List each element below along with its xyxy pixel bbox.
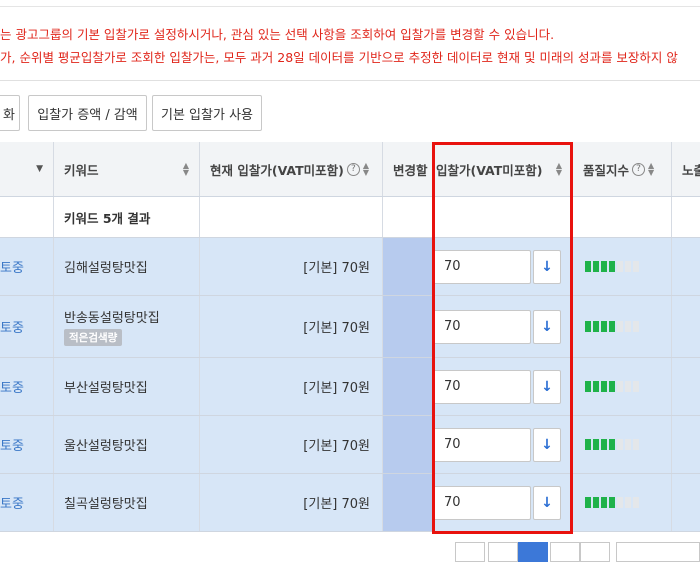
current-bid-text: [기본] 70원 (200, 238, 383, 295)
bid-input[interactable]: 70 (433, 485, 531, 520)
current-bid-text: [기본] 70원 (200, 296, 383, 357)
section-divider (0, 80, 700, 81)
sort-icon[interactable]: ▲ ▼ (648, 162, 654, 177)
keyword-text: 부산설렁탕맛집 (54, 358, 200, 415)
bid-input[interactable]: 70 (433, 369, 531, 404)
keyword-text: 칠곡설렁탕맛집 (54, 474, 200, 531)
help-question-icon[interactable]: ? (346, 162, 360, 176)
keyword-column-header[interactable]: 키워드 ▲ ▼ (54, 142, 200, 196)
current-bid-header-label: 현재 입찰가(VAT미포함) (210, 162, 344, 178)
status-text[interactable]: 토중 (0, 296, 54, 357)
keyword-text: 김해설렁탕맛집 (54, 238, 200, 295)
keyword-text: 반송동설렁탕맛집 (64, 311, 160, 326)
use-default-bid-button[interactable]: 기본 입찰가 사용 (152, 95, 262, 131)
summary-label: 키워드 5개 결과 (54, 197, 200, 237)
status-text[interactable]: 토중 (0, 358, 54, 415)
table-header-row: ▼ 키워드 ▲ ▼ 현재 입찰가(VAT미포함) ? ▲ ▼ 변경할 입찰가(VAT… (0, 142, 700, 197)
pagination-current-page[interactable] (518, 542, 548, 562)
arrow-down-icon[interactable]: ↓ (533, 249, 561, 284)
top-divider (0, 6, 700, 7)
keyword-cell: 반송동설렁탕맛집 적은검색량 (54, 296, 200, 357)
exposure-column-header[interactable]: 노출 (672, 142, 700, 196)
new-bid-cell: 70 ↓ (433, 416, 573, 473)
current-bid-column-header[interactable]: 현재 입찰가(VAT미포함) ? ▲ ▼ (200, 142, 383, 196)
status-text[interactable]: 토중 (0, 474, 54, 531)
keyword-text: 울산설렁탕맛집 (54, 416, 200, 473)
new-bid-cell: 70 ↓ (433, 358, 573, 415)
pagination-next-button[interactable] (580, 542, 610, 562)
status-text[interactable]: 토중 (0, 416, 54, 473)
bid-input[interactable]: 70 (433, 249, 531, 284)
quality-column-header[interactable]: 품질지수 ? ▲ ▼ (573, 142, 672, 196)
keyword-header-label: 키워드 (64, 162, 99, 178)
table-row: 토중 칠곡설렁탕맛집 [기본] 70원 70 ↓ (0, 474, 700, 532)
partial-toolbar-button[interactable]: 화 (0, 95, 20, 131)
bid-input[interactable]: 70 (433, 309, 531, 344)
summary-row: 키워드 5개 결과 (0, 197, 700, 238)
arrow-down-icon[interactable]: ↓ (533, 369, 561, 404)
exposure-header-label: 노출 (682, 162, 700, 178)
new-bid-cell: 70 ↓ (433, 474, 573, 531)
new-bid-header-label: 입찰가(VAT미포함) (436, 162, 543, 178)
sort-icon[interactable]: ▲ ▼ (183, 162, 189, 177)
table-row: 토중 울산설렁탕맛집 [기본] 70원 70 ↓ (0, 416, 700, 474)
quality-bars (585, 261, 639, 272)
quality-index-cell (573, 358, 672, 415)
quality-bars (585, 439, 639, 450)
quality-index-cell (573, 296, 672, 357)
change-header-label: 변경할 (393, 162, 428, 178)
table-row: 토중 반송동설렁탕맛집 적은검색량 [기본] 70원 70 ↓ (0, 296, 700, 358)
notice-line-1: 는 광고그룹의 기본 입찰가로 설정하시거나, 관심 있는 선택 사항을 조회하… (0, 27, 555, 42)
sort-icon[interactable]: ▲ ▼ (556, 162, 562, 177)
quality-index-cell (573, 474, 672, 531)
new-bid-column-header[interactable]: 입찰가(VAT미포함) ▲ ▼ (433, 142, 573, 196)
bid-input[interactable]: 70 (433, 427, 531, 462)
status-column-header[interactable]: ▼ (0, 142, 54, 196)
new-bid-cell: 70 ↓ (433, 238, 573, 295)
arrow-down-icon[interactable]: ↓ (533, 427, 561, 462)
current-bid-text: [기본] 70원 (200, 474, 383, 531)
pagination-page-button[interactable] (550, 542, 580, 562)
low-search-volume-badge: 적은검색량 (64, 329, 123, 346)
quality-index-cell (573, 416, 672, 473)
pagination-page-button[interactable] (488, 542, 518, 562)
page-size-select[interactable] (616, 542, 700, 562)
current-bid-text: [기본] 70원 (200, 358, 383, 415)
status-text[interactable]: 토중 (0, 238, 54, 295)
pagination-prev-button[interactable] (455, 542, 485, 562)
bid-increase-decrease-button[interactable]: 입찰가 증액 / 감액 (28, 95, 147, 131)
caret-down-icon[interactable]: ▼ (36, 164, 43, 174)
table-row: 토중 김해설렁탕맛집 [기본] 70원 70 ↓ (0, 238, 700, 296)
new-bid-cell: 70 ↓ (433, 296, 573, 357)
notice-line-2: 가, 순위별 평균입찰가로 조회한 입찰가는, 모두 과거 28일 데이터를 기… (0, 50, 678, 65)
arrow-down-icon[interactable]: ↓ (533, 485, 561, 520)
quality-index-cell (573, 238, 672, 295)
quality-bars (585, 497, 639, 508)
change-column-header: 변경할 (383, 142, 433, 196)
help-question-icon[interactable]: ? (632, 162, 646, 176)
current-bid-text: [기본] 70원 (200, 416, 383, 473)
quality-bars (585, 321, 639, 332)
quality-bars (585, 381, 639, 392)
arrow-down-icon[interactable]: ↓ (533, 309, 561, 344)
table-row: 토중 부산설렁탕맛집 [기본] 70원 70 ↓ (0, 358, 700, 416)
sort-icon[interactable]: ▲ ▼ (363, 162, 369, 177)
quality-header-label: 품질지수 (583, 162, 630, 178)
